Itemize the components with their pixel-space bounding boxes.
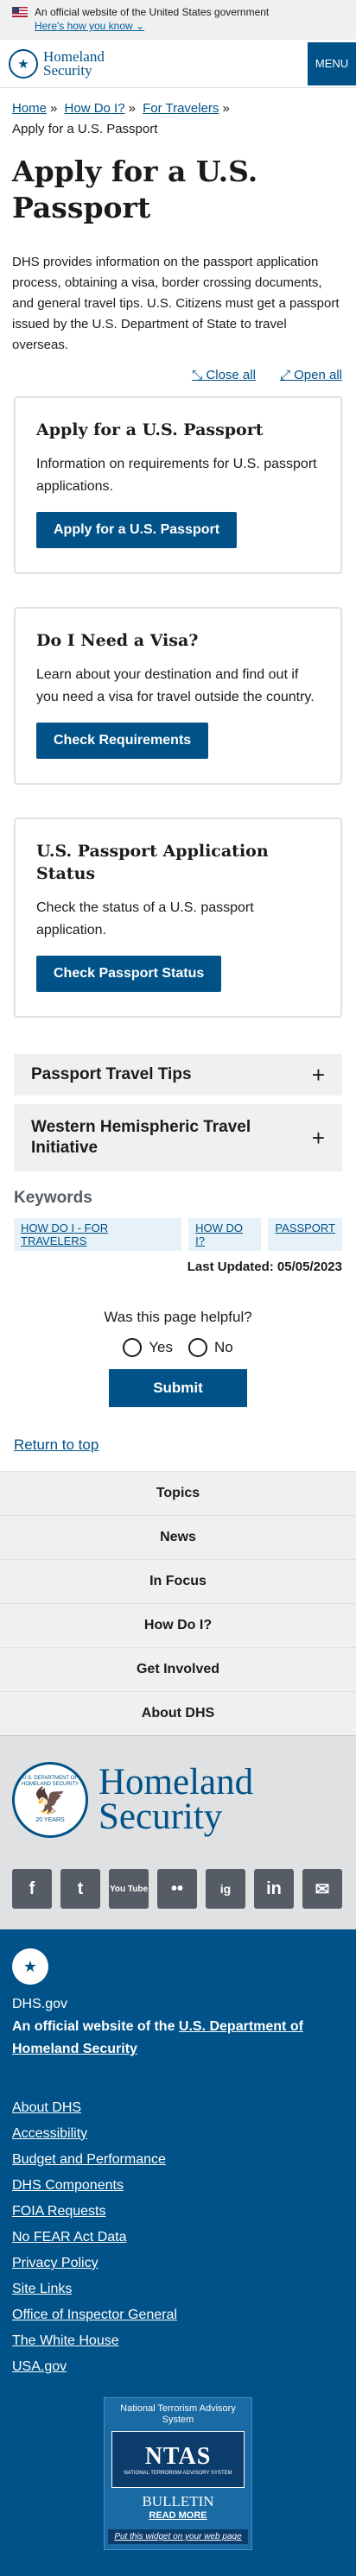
card-title: U.S. Passport Application Status	[36, 842, 269, 883]
footer-main: ★ DHS.gov An official website of the U.S…	[0, 1929, 356, 2576]
twitter-icon[interactable]: t	[60, 1869, 100, 1909]
open-all-link[interactable]: ⤢ Open all	[280, 368, 342, 382]
email-icon[interactable]: ✉	[302, 1869, 342, 1909]
card-apply-passport: Apply for a U.S. Passport Information on…	[14, 396, 342, 574]
facebook-icon[interactable]: f	[12, 1869, 52, 1909]
official-banner-text: An official website of the United States…	[35, 6, 270, 18]
social-links: f t You Tube •• ig in ✉	[0, 1869, 356, 1929]
chevron-down-icon: ⌄	[136, 20, 145, 32]
card-text: Check the status of a U.S. passport appl…	[36, 900, 254, 938]
dhs-seal-icon: ★	[12, 1948, 48, 1985]
breadcrumb-current: Apply for a U.S. Passport	[12, 122, 158, 136]
ntas-logo: NTAS NATIONAL TERRORISM ADVISORY SYSTEM	[111, 2431, 245, 2488]
breadcrumb-home[interactable]: Home	[12, 101, 47, 116]
instagram-icon[interactable]: ig	[206, 1869, 245, 1909]
card-title: Apply for a U.S. Passport	[36, 420, 264, 439]
youtube-icon[interactable]: You Tube	[109, 1869, 149, 1909]
check-passport-status-button[interactable]: Check Passport Status	[36, 956, 222, 992]
footer-link-foia[interactable]: FOIA Requests	[12, 2204, 106, 2219]
dhs-logo-link[interactable]: ★ Homeland Security	[9, 47, 105, 79]
card-text: Information on requirements for U.S. pas…	[36, 457, 317, 494]
compress-icon: ⤡	[192, 368, 203, 382]
feedback-yes-radio[interactable]: Yes	[123, 1338, 173, 1357]
site-header: ★ Homeland Security MENU	[0, 40, 356, 88]
feedback-question: Was this page helpful?	[104, 1309, 252, 1325]
official-banner: An official website of the United States…	[0, 0, 356, 40]
card-text: Learn about your destination and find ou…	[36, 667, 315, 704]
footer-site-name: DHS.gov	[12, 1997, 68, 2011]
footer-link-no-fear[interactable]: No FEAR Act Data	[12, 2230, 127, 2245]
expand-icon: ⤢	[279, 368, 290, 382]
ntas-bulletin: BULLETIN	[142, 2493, 214, 2510]
accordion-toggles: ⤡ Close all ⤢ Open all	[0, 356, 356, 382]
breadcrumb-for-travelers[interactable]: For Travelers	[143, 101, 219, 116]
footer-link-white-house[interactable]: The White House	[12, 2333, 119, 2348]
footer-logo[interactable]: U.S. DEPARTMENT OF HOMELAND SECURITY 🦅 2…	[0, 1735, 356, 1869]
feedback-submit-button[interactable]: Submit	[109, 1369, 247, 1407]
footer-link-budget[interactable]: Budget and Performance	[12, 2152, 166, 2167]
tag-passport[interactable]: PASSPORT	[268, 1218, 342, 1251]
breadcrumb-how-do-i[interactable]: How Do I?	[65, 101, 125, 116]
dhs-seal-icon: ★	[9, 48, 38, 79]
ntas-title: National Terrorism Advisory System	[120, 2403, 236, 2425]
accordion: Passport Travel Tips + Western Hemispher…	[14, 1054, 342, 1171]
footer-nav-news[interactable]: News	[0, 1515, 356, 1559]
keywords-heading: Keywords	[14, 1189, 92, 1207]
linkedin-icon[interactable]: in	[254, 1869, 294, 1909]
logo-text: Homeland Security	[43, 47, 105, 79]
page-intro: DHS provides information on the passport…	[12, 255, 340, 352]
footer-link-accessibility[interactable]: Accessibility	[12, 2126, 87, 2141]
return-to-top-link[interactable]: Return to top	[14, 1436, 99, 1453]
footer-link-privacy[interactable]: Privacy Policy	[12, 2256, 99, 2270]
footer-link-oig[interactable]: Office of Inspector General	[12, 2308, 177, 2322]
check-requirements-button[interactable]: Check Requirements	[36, 723, 209, 759]
footer-nav: Topics News In Focus How Do I? Get Invol…	[0, 1471, 356, 1735]
ntas-widget[interactable]: National Terrorism Advisory System NTAS …	[104, 2397, 252, 2550]
dhs-seal-20-years-icon: U.S. DEPARTMENT OF HOMELAND SECURITY 🦅 2…	[12, 1762, 88, 1838]
us-flag-icon	[12, 7, 28, 17]
apply-passport-button[interactable]: Apply for a U.S. Passport	[36, 512, 238, 548]
footer-nav-about-dhs[interactable]: About DHS	[0, 1691, 356, 1735]
feedback-no-radio[interactable]: No	[188, 1338, 233, 1357]
card-passport-status: U.S. Passport Application Status Check t…	[14, 818, 342, 1018]
footer-link-components[interactable]: DHS Components	[12, 2178, 124, 2193]
flickr-icon[interactable]: ••	[157, 1869, 197, 1909]
last-updated: Last Updated: 05/05/2023	[187, 1260, 342, 1274]
menu-button[interactable]: MENU	[308, 41, 356, 85]
footer-nav-how-do-i[interactable]: How Do I?	[0, 1603, 356, 1647]
ntas-read-more-link[interactable]: READ MORE	[108, 2510, 248, 2521]
tag-how-do-i-for-travelers[interactable]: HOW DO I - FOR TRAVELERS	[14, 1218, 182, 1251]
plus-icon: +	[311, 1062, 325, 1088]
keyword-tags: HOW DO I - FOR TRAVELERS HOW DO I? PASSP…	[0, 1208, 356, 1251]
card-visa: Do I Need a Visa? Learn about your desti…	[14, 607, 342, 785]
footer-nav-in-focus[interactable]: In Focus	[0, 1559, 356, 1603]
footer-link-usa-gov[interactable]: USA.gov	[12, 2359, 67, 2374]
plus-icon: +	[311, 1125, 325, 1151]
footer-logo-text: Homeland Security	[99, 1762, 254, 1837]
footer-links: About DHS Accessibility Budget and Perfo…	[12, 2095, 344, 2380]
footer-official-text: An official website of the U.S. Departme…	[12, 2019, 303, 2056]
footer-nav-topics[interactable]: Topics	[0, 1471, 356, 1515]
accordion-western-hemispheric[interactable]: Western Hemispheric Travel Initiative +	[14, 1104, 342, 1171]
accordion-passport-travel-tips[interactable]: Passport Travel Tips +	[14, 1054, 342, 1095]
return-to-top: Return to top	[0, 1436, 356, 1454]
tag-how-do-i[interactable]: HOW DO I?	[188, 1218, 262, 1251]
heres-how-you-know-link[interactable]: Here's how you know ⌄	[35, 19, 144, 33]
breadcrumb: Home» How Do I?» For Travelers» Apply fo…	[0, 88, 356, 140]
footer-link-site-links[interactable]: Site Links	[12, 2282, 72, 2296]
card-title: Do I Need a Visa?	[36, 631, 199, 650]
page-title: Apply for a U.S. Passport	[12, 155, 258, 224]
feedback-form: Was this page helpful? Yes No Submit	[0, 1309, 356, 1407]
footer-link-about-dhs[interactable]: About DHS	[12, 2100, 81, 2115]
close-all-link[interactable]: ⤡ Close all	[192, 368, 256, 382]
footer-nav-get-involved[interactable]: Get Involved	[0, 1647, 356, 1691]
ntas-widget-link[interactable]: Put this widget on your web page	[108, 2529, 248, 2544]
